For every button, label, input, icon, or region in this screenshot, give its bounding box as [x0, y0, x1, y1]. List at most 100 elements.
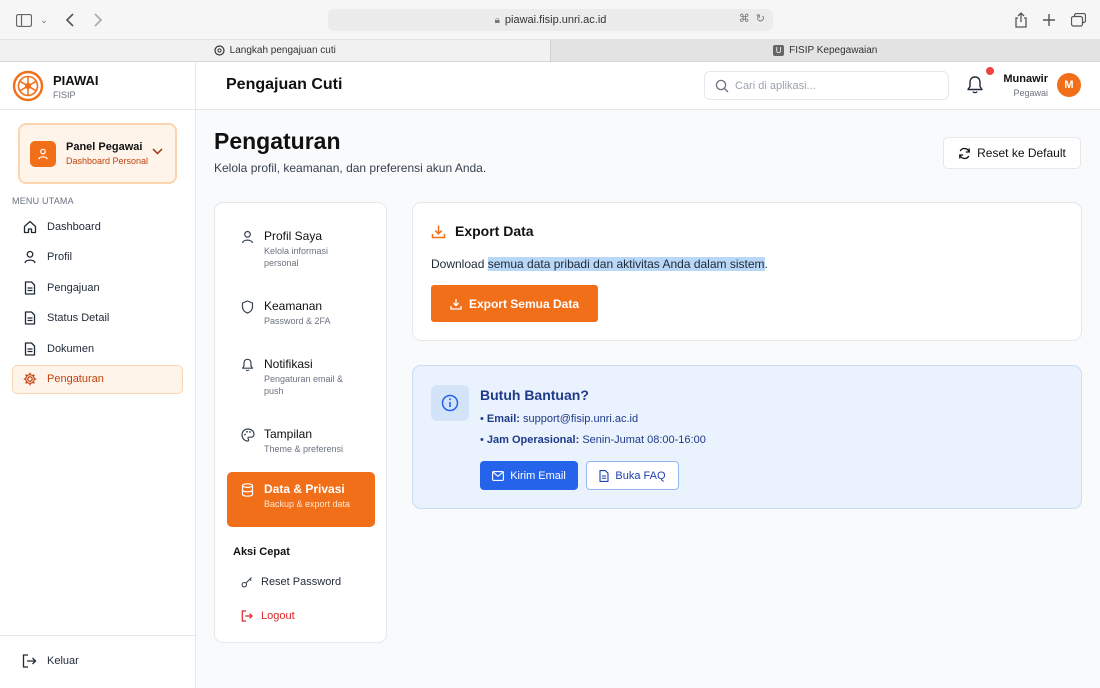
settings-tab-title: Tampilan [264, 427, 313, 441]
reset-default-label: Reset ke Default [977, 146, 1066, 160]
shield-icon [241, 299, 255, 327]
help-hours-line: • Jam Operasional: Senin-Jumat 08:00-16:… [480, 434, 706, 446]
mail-icon [492, 470, 505, 481]
document-icon [24, 311, 36, 325]
logo-icon [12, 70, 44, 102]
settings-tab-sub: Kelola informasi personal [264, 246, 329, 268]
sidebar-item-label: Status Detail [47, 312, 110, 325]
tab-label: FISIP Kepegawaian [789, 45, 878, 56]
help-hours-label: Jam Operasional: [486, 434, 580, 446]
help-card: Butuh Bantuan? • Email: support@fisip.un… [412, 365, 1082, 509]
sidebar-item-label: Dokumen [47, 342, 95, 355]
send-email-label: Kirim Email [510, 469, 566, 482]
divider [0, 109, 196, 110]
panel-subtitle: Dashboard Personal [66, 155, 149, 166]
tab-label: Langkah pengajuan cuti [229, 45, 336, 56]
browser-tab[interactable]: Langkah pengajuan cuti [0, 40, 551, 61]
export-desc-suffix: . [764, 257, 768, 271]
sidebar-item-label: Pengajuan [47, 281, 100, 294]
brand-name: PIAWAI [53, 72, 99, 88]
header-title: Pengajuan Cuti [226, 76, 343, 93]
url-text: piawai.fisip.unri.ac.id [504, 14, 607, 26]
export-all-data-button[interactable]: Export Semua Data [431, 285, 598, 322]
page-title: Pengaturan [214, 128, 341, 154]
app-header: Pengajuan Cuti Munawir Pegawai M [196, 62, 1100, 110]
translate-icon[interactable]: ⌘ [739, 12, 750, 25]
site-favicon-icon: U [773, 45, 785, 56]
export-data-description: Download semua data pribadi dan aktivita… [431, 257, 768, 271]
user-icon [241, 229, 255, 269]
settings-nav: Profil Saya Kelola informasi personal Ke… [214, 202, 387, 643]
sidebar-item-pengajuan[interactable]: Pengajuan [12, 273, 183, 302]
database-icon [241, 482, 255, 521]
reset-password-link[interactable]: Reset Password [241, 576, 341, 588]
openai-icon [214, 45, 225, 56]
export-data-title: Export Data [455, 223, 534, 239]
sidebar-item-dokumen[interactable]: Dokumen [12, 334, 183, 363]
quick-actions-title: Aksi Cepat [233, 546, 290, 558]
settings-tab-tampilan[interactable]: Tampilan Theme & preferensi [227, 421, 375, 461]
tab-overview-icon[interactable] [1069, 10, 1087, 30]
search-icon [715, 79, 729, 92]
settings-tab-data-privasi[interactable]: Data & Privasi Backup & export data [227, 472, 375, 527]
reset-default-button[interactable]: Reset ke Default [943, 137, 1081, 169]
user-icon [24, 250, 36, 264]
send-email-button[interactable]: Kirim Email [480, 461, 578, 490]
document-icon [24, 342, 36, 356]
address-bar[interactable]: 🔒︎ piawai.fisip.unri.ac.id ⌘ ↻ [328, 9, 773, 31]
notification-badge [986, 67, 994, 75]
gear-icon [23, 373, 37, 386]
export-desc-selected-text: semua data pribadi dan aktivitas Anda da… [487, 257, 765, 271]
panel-switcher[interactable]: Panel Pegawai Dashboard Personal [18, 123, 177, 184]
open-faq-label: Buka FAQ [615, 469, 666, 482]
bell-icon[interactable] [966, 75, 984, 95]
sidebar-item-label: Dashboard [47, 220, 101, 233]
lock-icon: 🔒︎ [494, 14, 500, 26]
search-box[interactable] [704, 71, 949, 100]
reload-icon[interactable]: ↻ [756, 12, 765, 25]
back-icon[interactable] [62, 10, 78, 30]
settings-tab-keamanan[interactable]: Keamanan Password & 2FA [227, 293, 375, 333]
search-input[interactable] [735, 79, 935, 92]
logout-link[interactable]: Logout [241, 610, 295, 622]
browser-tab[interactable]: U FISIP Kepegawaian [551, 40, 1100, 61]
reset-password-label: Reset Password [261, 576, 342, 588]
settings-tab-title: Notifikasi [264, 357, 313, 371]
chevron-down-icon[interactable]: ⌄ [38, 10, 50, 30]
bell-icon [241, 357, 255, 397]
browser-tabs: Langkah pengajuan cuti U FISIP Kepegawai… [0, 40, 1100, 62]
help-email-value: support@fisip.unri.ac.id [523, 413, 639, 425]
sidebar-logout[interactable]: Keluar [22, 654, 79, 668]
settings-tab-title: Keamanan [264, 299, 323, 313]
forward-icon[interactable] [90, 10, 106, 30]
share-icon[interactable] [1012, 10, 1030, 30]
settings-tab-profil-saya[interactable]: Profil Saya Kelola informasi personal [227, 223, 375, 275]
brand-sub: FISIP [53, 89, 76, 100]
browser-toolbar: ⌄ 🔒︎ piawai.fisip.unri.ac.id ⌘ ↻ [0, 0, 1100, 40]
sidebar-item-label: Pengaturan [47, 373, 104, 386]
palette-icon [241, 427, 255, 455]
settings-tab-sub: Backup & export data [264, 499, 351, 509]
new-tab-icon[interactable] [1040, 10, 1058, 30]
logout-icon [22, 654, 37, 668]
home-icon [23, 220, 37, 233]
user-name: Munawir [1003, 73, 1048, 85]
settings-tab-title: Data & Privasi [264, 482, 345, 496]
sidebar: PIAWAI FISIP Panel Pegawai Dashboard Per… [0, 62, 196, 688]
sidebar-item-profil[interactable]: Profil [12, 243, 183, 272]
open-faq-button[interactable]: Buka FAQ [586, 461, 679, 490]
sidebar-item-status-detail[interactable]: Status Detail [12, 304, 183, 333]
logout-icon [241, 610, 253, 622]
info-icon [431, 385, 469, 421]
sidebar-item-pengaturan[interactable]: Pengaturan [12, 364, 183, 394]
help-title: Butuh Bantuan? [480, 387, 589, 403]
sidebar-toggle-icon[interactable] [14, 10, 34, 30]
sidebar-item-dashboard[interactable]: Dashboard [12, 212, 183, 241]
document-icon [599, 469, 609, 482]
brand[interactable]: PIAWAI FISIP [12, 70, 99, 102]
settings-tab-notifikasi[interactable]: Notifikasi Pengaturan email & push [227, 351, 375, 403]
avatar[interactable]: M [1057, 73, 1081, 97]
refresh-icon [959, 147, 970, 159]
panel-title: Panel Pegawai [66, 140, 143, 153]
help-email-label: Email: [486, 413, 520, 425]
